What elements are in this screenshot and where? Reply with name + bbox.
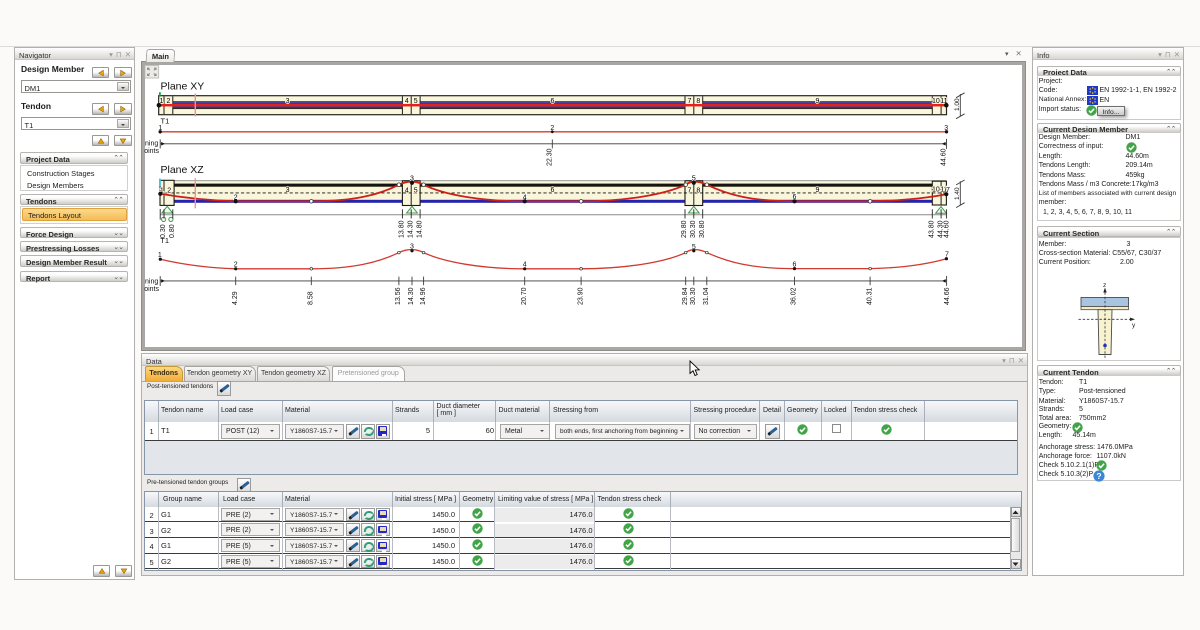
- svg-text:36.02: 36.02: [791, 287, 798, 305]
- svg-text:14.30: 14.30: [408, 287, 415, 305]
- svg-text:T1: T1: [160, 236, 169, 245]
- svg-text:29.84: 29.84: [682, 287, 689, 305]
- svg-text:10: 10: [932, 187, 940, 194]
- svg-text:4.29: 4.29: [232, 291, 239, 305]
- svg-text:30.30: 30.30: [690, 220, 697, 238]
- svg-text:30.80: 30.80: [699, 220, 706, 238]
- svg-text:8: 8: [696, 188, 700, 195]
- svg-text:ning: ning: [145, 140, 158, 147]
- svg-text:4: 4: [405, 188, 409, 195]
- svg-text:22.30: 22.30: [546, 148, 553, 166]
- svg-text:14.30: 14.30: [407, 220, 414, 238]
- svg-text:1.00: 1.00: [954, 98, 961, 111]
- svg-text:7: 7: [687, 98, 691, 105]
- svg-text:4: 4: [405, 98, 409, 105]
- svg-text:8.58: 8.58: [308, 291, 315, 305]
- svg-text:10: 10: [932, 98, 940, 105]
- svg-text:1.40: 1.40: [954, 187, 961, 200]
- svg-text:23.90: 23.90: [577, 287, 584, 305]
- svg-text:44.60: 44.60: [944, 220, 951, 238]
- svg-text:9: 9: [816, 187, 820, 194]
- svg-text:7: 7: [687, 188, 691, 195]
- svg-text:14.96: 14.96: [420, 287, 427, 305]
- svg-text:3: 3: [286, 187, 290, 194]
- svg-text:ning: ning: [145, 279, 158, 286]
- svg-text:5: 5: [414, 98, 418, 105]
- svg-text:44.60: 44.60: [941, 148, 948, 166]
- svg-text:8: 8: [696, 98, 700, 105]
- svg-text:Plane XY: Plane XY: [161, 81, 205, 93]
- svg-text:3: 3: [286, 98, 290, 105]
- svg-text:20.70: 20.70: [521, 287, 528, 305]
- svg-text:Plane XZ: Plane XZ: [161, 164, 205, 176]
- svg-text:9: 9: [816, 98, 820, 105]
- svg-text:y: y: [1132, 322, 1136, 329]
- svg-text:43.80: 43.80: [929, 220, 936, 238]
- svg-text:29.80: 29.80: [681, 220, 688, 238]
- svg-text:z: z: [1103, 283, 1106, 289]
- svg-text:30.30: 30.30: [690, 287, 697, 305]
- svg-text:2: 2: [167, 187, 171, 194]
- svg-text:6: 6: [551, 187, 555, 194]
- svg-text:0.80: 0.80: [169, 224, 176, 238]
- svg-text:31.04: 31.04: [703, 287, 710, 305]
- svg-text:13.80: 13.80: [399, 220, 406, 238]
- svg-text:5: 5: [414, 188, 418, 195]
- svg-text:oints: oints: [144, 286, 159, 293]
- svg-text:13.56: 13.56: [395, 287, 402, 305]
- svg-text:oints: oints: [144, 148, 159, 155]
- svg-text:44.66: 44.66: [944, 287, 951, 305]
- svg-text:6: 6: [551, 98, 555, 105]
- svg-text:14.80: 14.80: [416, 220, 423, 238]
- svg-text:?: ?: [1096, 471, 1101, 481]
- svg-text:2: 2: [167, 98, 171, 105]
- svg-text:40.31: 40.31: [866, 287, 873, 305]
